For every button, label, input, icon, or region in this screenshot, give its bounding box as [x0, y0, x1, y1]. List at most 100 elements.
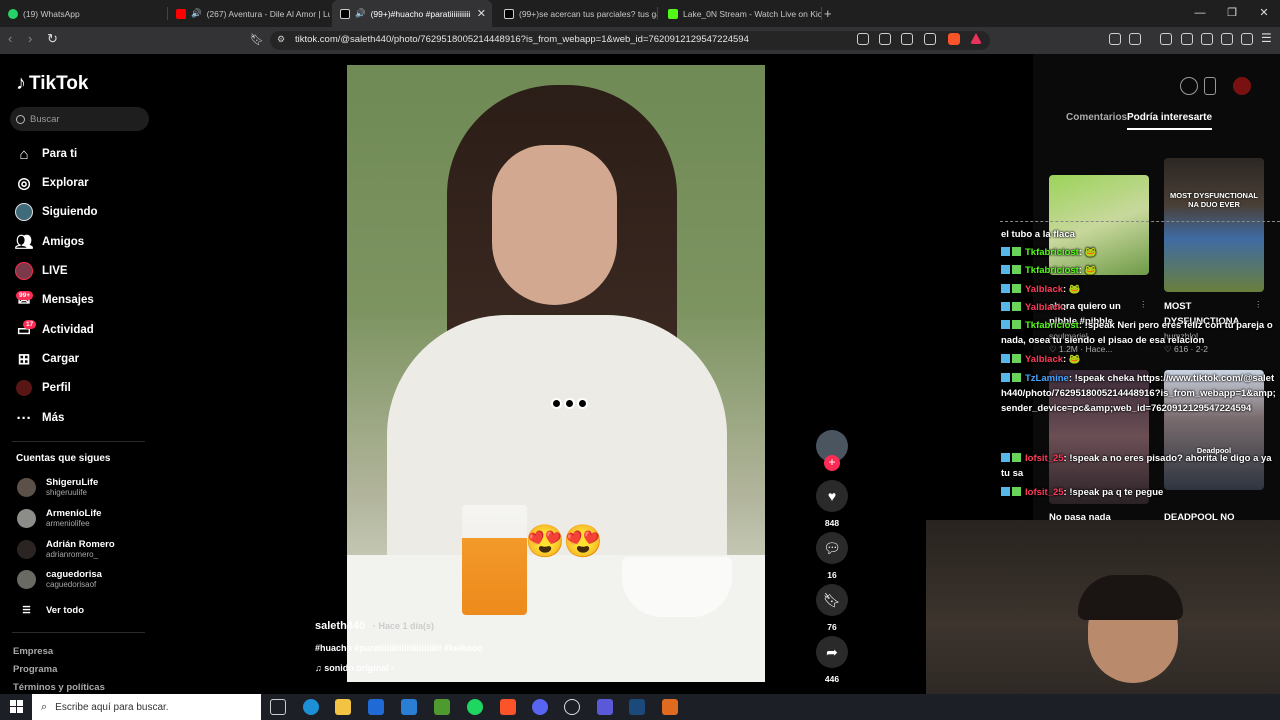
nav-label: Mensajes: [42, 294, 94, 306]
ai-icon[interactable]: [1221, 33, 1233, 45]
video-sound[interactable]: ♫ sonido original -: [315, 663, 394, 673]
back-icon[interactable]: ‹: [8, 31, 12, 46]
footer-link[interactable]: Términos y políticas: [13, 682, 105, 693]
rec-thumbnail[interactable]: [1049, 175, 1149, 275]
brave-rewards-icon[interactable]: [970, 33, 982, 44]
nav-cargar[interactable]: ⊞ Cargar: [14, 347, 79, 371]
tab-tiktok-active[interactable]: 🔊 (99+)#huacho #paratiiiiiiiiiiiii ✕: [332, 0, 492, 27]
obs-icon[interactable]: [564, 699, 580, 715]
share-button[interactable]: ➦ 446: [816, 636, 848, 684]
profile-avatar[interactable]: [1233, 77, 1251, 95]
brave-icon[interactable]: [500, 699, 516, 715]
account-name: caguedorisa: [46, 569, 102, 580]
chat-username[interactable]: Yalblack: [1025, 284, 1063, 295]
nav-label: Actividad: [42, 324, 94, 336]
brave-shield-icon[interactable]: [948, 33, 960, 45]
following-account[interactable]: Adrián Romero adrianromero_: [17, 536, 115, 562]
tab-whatsapp[interactable]: (19) WhatsApp: [0, 0, 168, 27]
more-options-icon[interactable]: ⋮: [1254, 299, 1263, 310]
chat-username[interactable]: Yalblack: [1025, 354, 1063, 365]
chat-username[interactable]: lofsit_25: [1025, 453, 1064, 464]
tab-title: (267) Aventura - Dile Al Amor | Lu: [206, 8, 330, 19]
embed-icon[interactable]: [1180, 77, 1198, 95]
steam-icon[interactable]: [629, 699, 645, 715]
extension-icon[interactable]: [857, 33, 869, 45]
close-window-icon[interactable]: ✕: [1248, 0, 1280, 27]
avatar: [17, 569, 36, 589]
file-explorer-icon[interactable]: [335, 699, 351, 715]
task-view-icon[interactable]: [270, 699, 286, 715]
tab-recommendations[interactable]: Podría interesarte: [1127, 112, 1212, 123]
discord-icon[interactable]: [532, 699, 548, 715]
extension-icon[interactable]: [1129, 33, 1141, 45]
extension-icon[interactable]: [1109, 33, 1121, 45]
footer-link[interactable]: Empresa: [13, 646, 53, 657]
nav-para-ti[interactable]: ⌂ Para ti: [14, 142, 77, 166]
tab-comments[interactable]: Comentarios: [1066, 112, 1127, 123]
search-input[interactable]: Buscar: [10, 107, 149, 131]
site-info-icon[interactable]: ⚙: [277, 34, 285, 45]
bookmark-icon[interactable]: 🔖︎: [250, 33, 264, 46]
chat-username[interactable]: Tkfabriciost: [1025, 320, 1079, 331]
tab-tiktok-2[interactable]: (99+)se acercan tus parciales? tus ga: [496, 0, 658, 27]
windows-start-icon[interactable]: [10, 700, 23, 713]
nav-mas[interactable]: ··· Más: [14, 406, 65, 430]
nav-explorar[interactable]: ◎ Explorar: [14, 171, 88, 195]
chat-username[interactable]: TzLamine: [1025, 373, 1069, 384]
store-icon[interactable]: [368, 699, 384, 715]
menu-icon[interactable]: ☰: [1261, 31, 1272, 45]
badge-icon: [1012, 284, 1021, 293]
like-button[interactable]: ♥ 848: [816, 480, 848, 528]
video-player[interactable]: 😍 😍: [347, 65, 765, 682]
chat-username[interactable]: Tkfabriciost: [1025, 247, 1079, 258]
video-hashtags[interactable]: #huacho #paratiiiiiiiiiiiiiiiiiiiiiiii #…: [315, 643, 483, 653]
video-author[interactable]: saleth440: [315, 620, 365, 632]
vpn-icon[interactable]: [1241, 33, 1253, 45]
mail-icon[interactable]: [401, 699, 417, 715]
app-icon[interactable]: [662, 699, 678, 715]
spotify-icon[interactable]: [467, 699, 483, 715]
bookmark-icon: 🔖︎: [816, 584, 848, 616]
chat-username[interactable]: Yalblack: [1025, 302, 1063, 313]
rec-thumbnail[interactable]: MOST DYSFUNCTIONAL NA DUO EVER: [1164, 158, 1264, 292]
chat-username[interactable]: Tkfabriciost: [1025, 265, 1079, 276]
nav-perfil[interactable]: Perfil: [14, 376, 71, 400]
taskbar-search-input[interactable]: ⌕ Escribe aquí para buscar.: [32, 694, 261, 720]
footer-link[interactable]: Programa: [13, 664, 57, 675]
account-name: ArmenioLife: [46, 508, 102, 519]
device-icon[interactable]: [1204, 77, 1216, 95]
reload-icon[interactable]: ↻: [47, 31, 58, 47]
new-tab-button[interactable]: +: [824, 0, 844, 27]
minecraft-icon[interactable]: [434, 699, 450, 715]
nav-siguiendo[interactable]: Siguiendo: [14, 200, 98, 224]
tab-youtube[interactable]: 🔊 (267) Aventura - Dile Al Amor | Lu: [168, 0, 330, 27]
forward-icon[interactable]: ›: [28, 31, 32, 46]
following-account[interactable]: ShigeruLife shigeruulife: [17, 474, 98, 500]
badge-icon: [1001, 487, 1010, 496]
nav-amigos[interactable]: 👥︎ Amigos: [14, 230, 84, 254]
save-button[interactable]: 🔖︎ 76: [816, 584, 848, 632]
app-icon[interactable]: [597, 699, 613, 715]
nav-live[interactable]: LIVE: [14, 259, 68, 283]
restore-icon[interactable]: ❐: [1216, 0, 1248, 27]
comment-button[interactable]: 💬︎ 16: [816, 532, 848, 580]
tiktok-logo[interactable]: ♪ TikTok: [16, 72, 88, 95]
more-options-icon[interactable]: ⋮: [1139, 299, 1148, 310]
share-icon[interactable]: [924, 33, 936, 45]
minimize-icon[interactable]: —: [1184, 0, 1216, 27]
tab-kick[interactable]: Lake_0N Stream - Watch Live on Kick: [660, 0, 822, 27]
edge-icon[interactable]: [303, 699, 319, 715]
close-tab-icon[interactable]: ✕: [477, 7, 486, 20]
emote-icon: 🐸: [1084, 247, 1097, 258]
wallet-icon[interactable]: [1201, 33, 1213, 45]
see-all-link[interactable]: ☰ Ver todo: [17, 597, 84, 623]
sidebar-icon[interactable]: [1181, 33, 1193, 45]
translate-icon[interactable]: [879, 33, 891, 45]
following-account[interactable]: caguedorisa caguedorisaof: [17, 566, 102, 592]
following-account[interactable]: ArmenioLife armeniolifee: [17, 505, 101, 531]
extension-icon[interactable]: [901, 33, 913, 45]
follow-plus-button[interactable]: +: [824, 455, 840, 471]
music-icon[interactable]: [1160, 33, 1172, 45]
chat-username[interactable]: lofsit_25: [1025, 487, 1064, 498]
webcam-overlay: [1078, 575, 1183, 620]
